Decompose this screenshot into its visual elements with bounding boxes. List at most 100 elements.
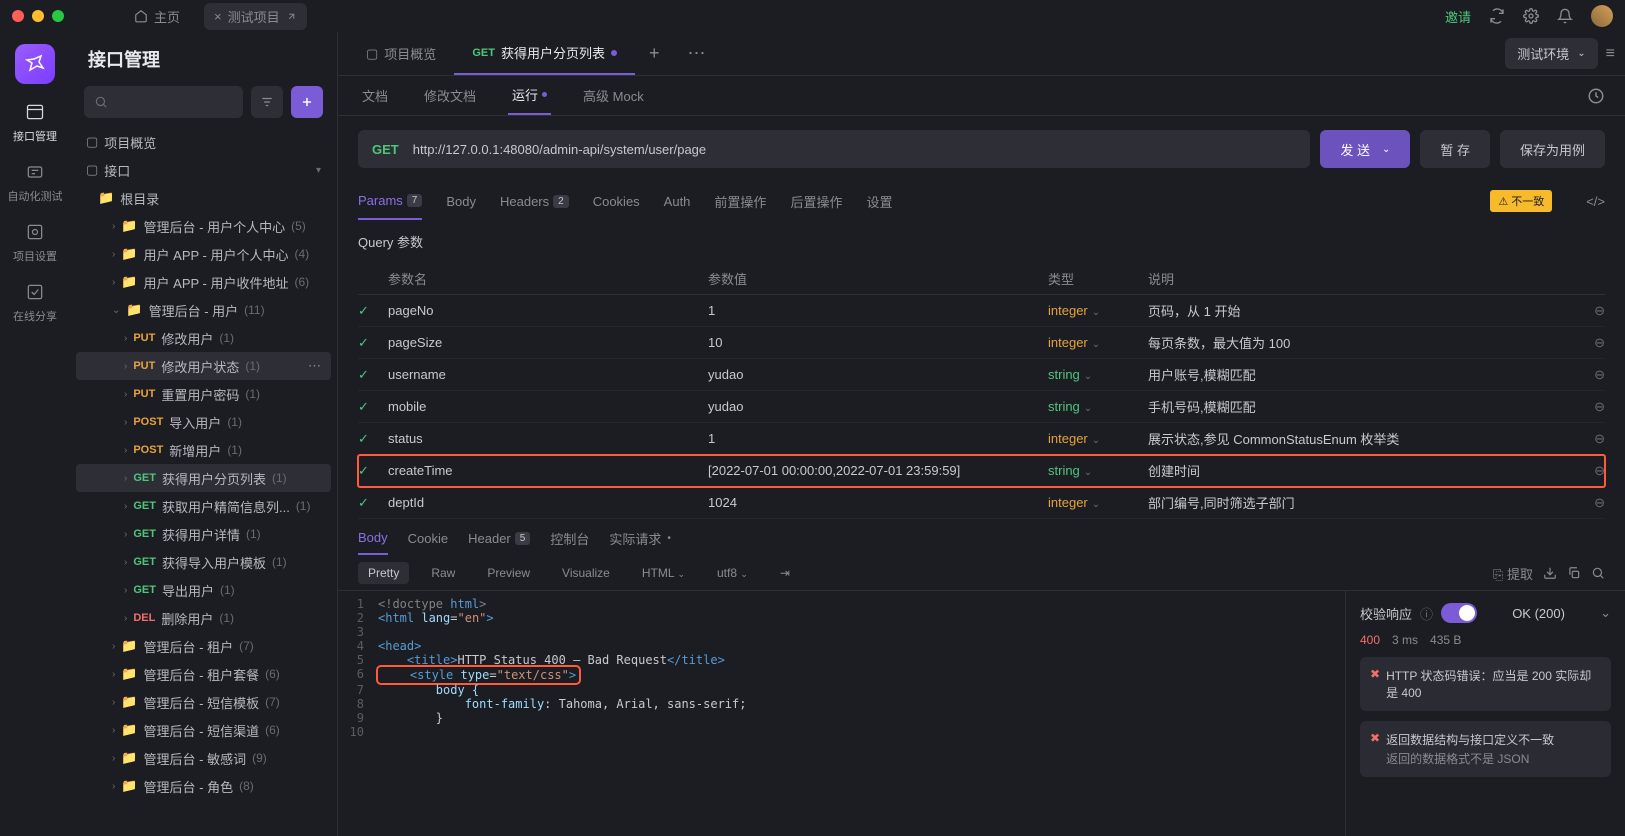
tree-api-item[interactable]: ›PUT重置用户密码(1) bbox=[76, 380, 331, 408]
filter-button[interactable] bbox=[251, 86, 283, 118]
param-type[interactable]: string⌄ bbox=[1048, 399, 1148, 414]
param-value[interactable]: 1 bbox=[708, 303, 1048, 318]
tree-api-item[interactable]: ›POST导入用户(1) bbox=[76, 408, 331, 436]
tree-folder[interactable]: ›📁管理后台 - 租户套餐(6) bbox=[76, 660, 331, 688]
ok-status[interactable]: OK (200) bbox=[1512, 606, 1565, 621]
param-value[interactable]: 10 bbox=[708, 335, 1048, 350]
rail-api[interactable]: 接口管理 bbox=[13, 100, 57, 144]
tree-api-item[interactable]: ›GET获得导入用户模板(1) bbox=[76, 548, 331, 576]
tree-folder[interactable]: ›📁管理后台 - 短信模板(7) bbox=[76, 688, 331, 716]
reqtab-post[interactable]: 后置操作 bbox=[790, 182, 842, 220]
tree-folder[interactable]: ›📁管理后台 - 短信渠道(6) bbox=[76, 716, 331, 744]
sync-icon[interactable] bbox=[1489, 8, 1505, 24]
param-value[interactable]: [2022-07-01 00:00:00,2022-07-01 23:59:59… bbox=[708, 463, 1048, 478]
save-button[interactable]: 暂 存 bbox=[1420, 130, 1490, 168]
app-logo[interactable] bbox=[15, 44, 55, 84]
param-type[interactable]: string⌄ bbox=[1048, 463, 1148, 478]
tree-folder[interactable]: ›📁管理后台 - 租户(7) bbox=[76, 632, 331, 660]
rail-share[interactable]: 在线分享 bbox=[13, 280, 57, 324]
param-value[interactable]: 1024 bbox=[708, 495, 1048, 510]
param-row[interactable]: ✓ pageSize 10 integer⌄ 每页条数，最大值为 100 ⊖ bbox=[358, 327, 1605, 359]
reqtab-auth[interactable]: Auth bbox=[664, 182, 691, 220]
send-button[interactable]: 发 送⌄ bbox=[1320, 130, 1410, 168]
history-icon[interactable] bbox=[1587, 87, 1605, 105]
delete-icon[interactable]: ⊖ bbox=[1575, 335, 1605, 351]
resp-preview[interactable]: Preview bbox=[477, 562, 540, 584]
param-row[interactable]: ✓ status 1 integer⌄ 展示状态,参见 CommonStatus… bbox=[358, 423, 1605, 455]
tab-overview[interactable]: ▢项目概览 bbox=[348, 32, 454, 75]
home-tab[interactable]: 主页 bbox=[124, 3, 190, 30]
subtab-mock[interactable]: 高级 Mock bbox=[579, 76, 648, 115]
reqtab-cookies[interactable]: Cookies bbox=[593, 182, 640, 220]
resp-encoding[interactable]: utf8 ⌄ bbox=[707, 562, 758, 584]
add-button[interactable] bbox=[291, 86, 323, 118]
tree-api-item[interactable]: ›GET获得用户详情(1) bbox=[76, 520, 331, 548]
tree-api-item[interactable]: ›DEL删除用户(1) bbox=[76, 604, 331, 632]
invite-button[interactable]: 邀请 bbox=[1445, 7, 1471, 26]
tree-folder[interactable]: ›📁管理后台 - 用户个人中心(5) bbox=[76, 212, 331, 240]
resptab-actual[interactable]: 实际请求• bbox=[609, 529, 671, 556]
search-input[interactable] bbox=[84, 86, 243, 118]
delete-icon[interactable]: ⊖ bbox=[1575, 303, 1605, 319]
tree-folder[interactable]: ›📁用户 APP - 用户收件地址(6) bbox=[76, 268, 331, 296]
tab-more[interactable]: ⋯ bbox=[673, 43, 719, 64]
subtab-run[interactable]: 运行 bbox=[508, 76, 551, 115]
tree-api-item[interactable]: ›GET获取用户精简信息列...(1) bbox=[76, 492, 331, 520]
delete-icon[interactable]: ⊖ bbox=[1575, 399, 1605, 415]
resp-raw[interactable]: Raw bbox=[421, 562, 465, 584]
tab-add[interactable]: + bbox=[635, 43, 674, 64]
resp-extract[interactable]: ⎘ 提取 bbox=[1493, 564, 1533, 583]
subtab-doc[interactable]: 文档 bbox=[358, 76, 392, 115]
rail-settings[interactable]: 项目设置 bbox=[13, 220, 57, 264]
rail-automation[interactable]: 自动化测试 bbox=[8, 160, 63, 204]
param-row[interactable]: ✓ mobile yudao string⌄ 手机号码,模糊匹配 ⊖ bbox=[358, 391, 1605, 423]
resp-wrap[interactable]: ⇥ bbox=[770, 562, 800, 584]
param-value[interactable]: yudao bbox=[708, 367, 1048, 382]
reqtab-pre[interactable]: 前置操作 bbox=[714, 182, 766, 220]
tree-api-item[interactable]: ›PUT修改用户(1) bbox=[76, 324, 331, 352]
tree-api-item[interactable]: ›POST新增用户(1) bbox=[76, 436, 331, 464]
search-icon[interactable] bbox=[1591, 566, 1605, 580]
resp-format[interactable]: HTML ⌄ bbox=[632, 562, 695, 584]
param-row[interactable]: ✓ pageNo 1 integer⌄ 页码，从 1 开始 ⊖ bbox=[358, 295, 1605, 327]
param-row[interactable]: ✓ deptId 1024 integer⌄ 部门编号,同时筛选子部门 ⊖ bbox=[358, 487, 1605, 519]
resptab-console[interactable]: 控制台 bbox=[550, 529, 589, 556]
delete-icon[interactable]: ⊖ bbox=[1575, 367, 1605, 383]
validate-toggle[interactable] bbox=[1441, 603, 1477, 623]
window-controls[interactable] bbox=[12, 10, 64, 22]
resptab-body[interactable]: Body bbox=[358, 530, 388, 555]
tree-api-item[interactable]: ›PUT修改用户状态(1)⋯ bbox=[76, 352, 331, 380]
bell-icon[interactable] bbox=[1557, 8, 1573, 24]
resptab-header[interactable]: Header5 bbox=[468, 531, 530, 554]
tree-root[interactable]: 📁根目录 bbox=[76, 184, 331, 212]
project-tab[interactable]: × 测试项目 bbox=[204, 3, 307, 30]
code-viewer[interactable]: 1<!doctype html> 2<html lang="en"> 3 4<h… bbox=[338, 591, 1345, 836]
resptab-cookie[interactable]: Cookie bbox=[408, 531, 448, 554]
download-icon[interactable] bbox=[1543, 566, 1557, 580]
param-type[interactable]: integer⌄ bbox=[1048, 335, 1148, 350]
param-type[interactable]: string⌄ bbox=[1048, 367, 1148, 382]
mismatch-badge[interactable]: ⚠ 不一致 bbox=[1490, 190, 1552, 212]
delete-icon[interactable]: ⊖ bbox=[1575, 431, 1605, 447]
param-row[interactable]: ✓ createTime [2022-07-01 00:00:00,2022-0… bbox=[358, 455, 1605, 487]
param-type[interactable]: integer⌄ bbox=[1048, 303, 1148, 318]
delete-icon[interactable]: ⊖ bbox=[1575, 463, 1605, 479]
param-row[interactable]: ✓ username yudao string⌄ 用户账号,模糊匹配 ⊖ bbox=[358, 359, 1605, 391]
resp-pretty[interactable]: Pretty bbox=[358, 562, 409, 584]
tree-folder[interactable]: ›📁用户 APP - 用户个人中心(4) bbox=[76, 240, 331, 268]
tree-folder[interactable]: ›📁管理后台 - 敏感词(9) bbox=[76, 744, 331, 772]
gear-icon[interactable] bbox=[1523, 8, 1539, 24]
avatar[interactable] bbox=[1591, 5, 1613, 27]
menu-button[interactable]: ≡ bbox=[1606, 45, 1615, 63]
tree-api-item[interactable]: ›GET导出用户(1) bbox=[76, 576, 331, 604]
param-value[interactable]: yudao bbox=[708, 399, 1048, 414]
reqtab-params[interactable]: Params7 bbox=[358, 182, 422, 220]
subtab-edit[interactable]: 修改文档 bbox=[420, 76, 480, 115]
reqtab-settings[interactable]: 设置 bbox=[866, 182, 892, 220]
tab-active[interactable]: GET 获得用户分页列表 bbox=[454, 32, 635, 75]
tree-api[interactable]: ▢接口▾ bbox=[76, 156, 331, 184]
tree-api-item-active[interactable]: ›GET获得用户分页列表(1) bbox=[76, 464, 331, 492]
param-value[interactable]: 1 bbox=[708, 431, 1048, 446]
save-as-case-button[interactable]: 保存为用例 bbox=[1500, 130, 1605, 168]
reqtab-headers[interactable]: Headers2 bbox=[500, 182, 569, 220]
